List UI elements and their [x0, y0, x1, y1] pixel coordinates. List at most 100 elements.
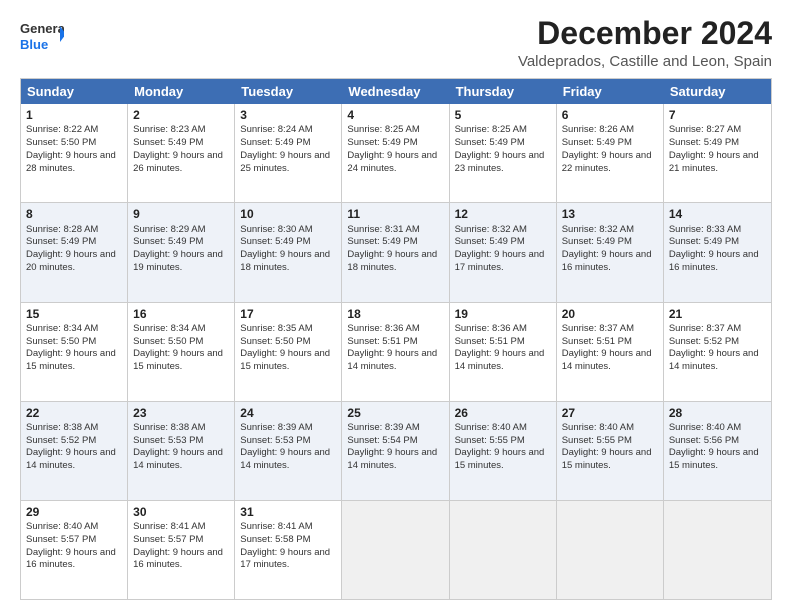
sunrise-text: Sunrise: 8:37 AM: [562, 323, 658, 336]
calendar-cell: 17 Sunrise: 8:35 AM Sunset: 5:50 PM Dayl…: [235, 303, 342, 401]
daylight-text: Daylight: 9 hours and 16 minutes.: [133, 547, 229, 573]
sunset-text: Sunset: 5:55 PM: [562, 435, 658, 448]
day-number: 7: [669, 107, 766, 123]
logo-svg: General Blue: [20, 16, 64, 56]
day-number: 6: [562, 107, 658, 123]
sunrise-text: Sunrise: 8:32 AM: [562, 224, 658, 237]
sunset-text: Sunset: 5:50 PM: [26, 336, 122, 349]
sunrise-text: Sunrise: 8:41 AM: [240, 521, 336, 534]
sunset-text: Sunset: 5:50 PM: [133, 336, 229, 349]
sunrise-text: Sunrise: 8:30 AM: [240, 224, 336, 237]
sunrise-text: Sunrise: 8:36 AM: [455, 323, 551, 336]
daylight-text: Daylight: 9 hours and 15 minutes.: [133, 348, 229, 374]
sunrise-text: Sunrise: 8:34 AM: [26, 323, 122, 336]
day-number: 28: [669, 405, 766, 421]
calendar-header-cell: Monday: [128, 79, 235, 104]
calendar-cell: 10 Sunrise: 8:30 AM Sunset: 5:49 PM Dayl…: [235, 203, 342, 301]
daylight-text: Daylight: 9 hours and 25 minutes.: [240, 150, 336, 176]
sunset-text: Sunset: 5:49 PM: [562, 236, 658, 249]
sunrise-text: Sunrise: 8:37 AM: [669, 323, 766, 336]
sunrise-text: Sunrise: 8:26 AM: [562, 124, 658, 137]
daylight-text: Daylight: 9 hours and 16 minutes.: [26, 547, 122, 573]
calendar-cell: [557, 501, 664, 599]
day-number: 3: [240, 107, 336, 123]
sunset-text: Sunset: 5:58 PM: [240, 534, 336, 547]
daylight-text: Daylight: 9 hours and 14 minutes.: [347, 447, 443, 473]
calendar-header-cell: Thursday: [450, 79, 557, 104]
sunrise-text: Sunrise: 8:34 AM: [133, 323, 229, 336]
day-number: 23: [133, 405, 229, 421]
sunset-text: Sunset: 5:53 PM: [133, 435, 229, 448]
daylight-text: Daylight: 9 hours and 15 minutes.: [562, 447, 658, 473]
calendar-cell: 12 Sunrise: 8:32 AM Sunset: 5:49 PM Dayl…: [450, 203, 557, 301]
sunset-text: Sunset: 5:49 PM: [347, 236, 443, 249]
daylight-text: Daylight: 9 hours and 23 minutes.: [455, 150, 551, 176]
calendar-cell: 24 Sunrise: 8:39 AM Sunset: 5:53 PM Dayl…: [235, 402, 342, 500]
day-number: 27: [562, 405, 658, 421]
day-number: 26: [455, 405, 551, 421]
day-number: 22: [26, 405, 122, 421]
sunset-text: Sunset: 5:57 PM: [133, 534, 229, 547]
title-block: December 2024 Valdeprados, Castille and …: [518, 16, 772, 70]
calendar-cell: 15 Sunrise: 8:34 AM Sunset: 5:50 PM Dayl…: [21, 303, 128, 401]
daylight-text: Daylight: 9 hours and 18 minutes.: [240, 249, 336, 275]
sunset-text: Sunset: 5:56 PM: [669, 435, 766, 448]
subtitle: Valdeprados, Castille and Leon, Spain: [518, 53, 772, 70]
calendar-cell: 14 Sunrise: 8:33 AM Sunset: 5:49 PM Dayl…: [664, 203, 771, 301]
daylight-text: Daylight: 9 hours and 14 minutes.: [669, 348, 766, 374]
day-number: 12: [455, 206, 551, 222]
day-number: 4: [347, 107, 443, 123]
calendar-cell: 2 Sunrise: 8:23 AM Sunset: 5:49 PM Dayli…: [128, 104, 235, 202]
daylight-text: Daylight: 9 hours and 14 minutes.: [133, 447, 229, 473]
calendar-week: 8 Sunrise: 8:28 AM Sunset: 5:49 PM Dayli…: [21, 203, 771, 302]
calendar-cell: 26 Sunrise: 8:40 AM Sunset: 5:55 PM Dayl…: [450, 402, 557, 500]
calendar-week: 22 Sunrise: 8:38 AM Sunset: 5:52 PM Dayl…: [21, 402, 771, 501]
daylight-text: Daylight: 9 hours and 22 minutes.: [562, 150, 658, 176]
sunset-text: Sunset: 5:55 PM: [455, 435, 551, 448]
sunrise-text: Sunrise: 8:27 AM: [669, 124, 766, 137]
daylight-text: Daylight: 9 hours and 14 minutes.: [240, 447, 336, 473]
sunset-text: Sunset: 5:50 PM: [240, 336, 336, 349]
calendar-cell: 4 Sunrise: 8:25 AM Sunset: 5:49 PM Dayli…: [342, 104, 449, 202]
calendar-cell: 6 Sunrise: 8:26 AM Sunset: 5:49 PM Dayli…: [557, 104, 664, 202]
daylight-text: Daylight: 9 hours and 14 minutes.: [26, 447, 122, 473]
calendar-cell: 7 Sunrise: 8:27 AM Sunset: 5:49 PM Dayli…: [664, 104, 771, 202]
daylight-text: Daylight: 9 hours and 14 minutes.: [455, 348, 551, 374]
daylight-text: Daylight: 9 hours and 17 minutes.: [240, 547, 336, 573]
calendar-cell: 5 Sunrise: 8:25 AM Sunset: 5:49 PM Dayli…: [450, 104, 557, 202]
sunset-text: Sunset: 5:49 PM: [669, 236, 766, 249]
daylight-text: Daylight: 9 hours and 15 minutes.: [240, 348, 336, 374]
daylight-text: Daylight: 9 hours and 20 minutes.: [26, 249, 122, 275]
calendar-header-cell: Sunday: [21, 79, 128, 104]
sunrise-text: Sunrise: 8:33 AM: [669, 224, 766, 237]
daylight-text: Daylight: 9 hours and 16 minutes.: [669, 249, 766, 275]
sunrise-text: Sunrise: 8:24 AM: [240, 124, 336, 137]
sunset-text: Sunset: 5:50 PM: [26, 137, 122, 150]
calendar-cell: 29 Sunrise: 8:40 AM Sunset: 5:57 PM Dayl…: [21, 501, 128, 599]
calendar-cell: 27 Sunrise: 8:40 AM Sunset: 5:55 PM Dayl…: [557, 402, 664, 500]
daylight-text: Daylight: 9 hours and 24 minutes.: [347, 150, 443, 176]
day-number: 8: [26, 206, 122, 222]
calendar-cell: 9 Sunrise: 8:29 AM Sunset: 5:49 PM Dayli…: [128, 203, 235, 301]
calendar-week: 1 Sunrise: 8:22 AM Sunset: 5:50 PM Dayli…: [21, 104, 771, 203]
day-number: 19: [455, 306, 551, 322]
calendar-header-cell: Tuesday: [235, 79, 342, 104]
header: General Blue December 2024 Valdeprados, …: [20, 16, 772, 70]
sunset-text: Sunset: 5:49 PM: [455, 236, 551, 249]
calendar-cell: 22 Sunrise: 8:38 AM Sunset: 5:52 PM Dayl…: [21, 402, 128, 500]
sunrise-text: Sunrise: 8:40 AM: [26, 521, 122, 534]
calendar-cell: 11 Sunrise: 8:31 AM Sunset: 5:49 PM Dayl…: [342, 203, 449, 301]
sunset-text: Sunset: 5:51 PM: [455, 336, 551, 349]
sunrise-text: Sunrise: 8:35 AM: [240, 323, 336, 336]
sunset-text: Sunset: 5:49 PM: [347, 137, 443, 150]
sunrise-text: Sunrise: 8:36 AM: [347, 323, 443, 336]
sunset-text: Sunset: 5:49 PM: [562, 137, 658, 150]
sunset-text: Sunset: 5:52 PM: [26, 435, 122, 448]
daylight-text: Daylight: 9 hours and 15 minutes.: [26, 348, 122, 374]
day-number: 13: [562, 206, 658, 222]
sunrise-text: Sunrise: 8:28 AM: [26, 224, 122, 237]
calendar-cell: 20 Sunrise: 8:37 AM Sunset: 5:51 PM Dayl…: [557, 303, 664, 401]
calendar-header-cell: Friday: [557, 79, 664, 104]
calendar-cell: 25 Sunrise: 8:39 AM Sunset: 5:54 PM Dayl…: [342, 402, 449, 500]
sunrise-text: Sunrise: 8:39 AM: [347, 422, 443, 435]
